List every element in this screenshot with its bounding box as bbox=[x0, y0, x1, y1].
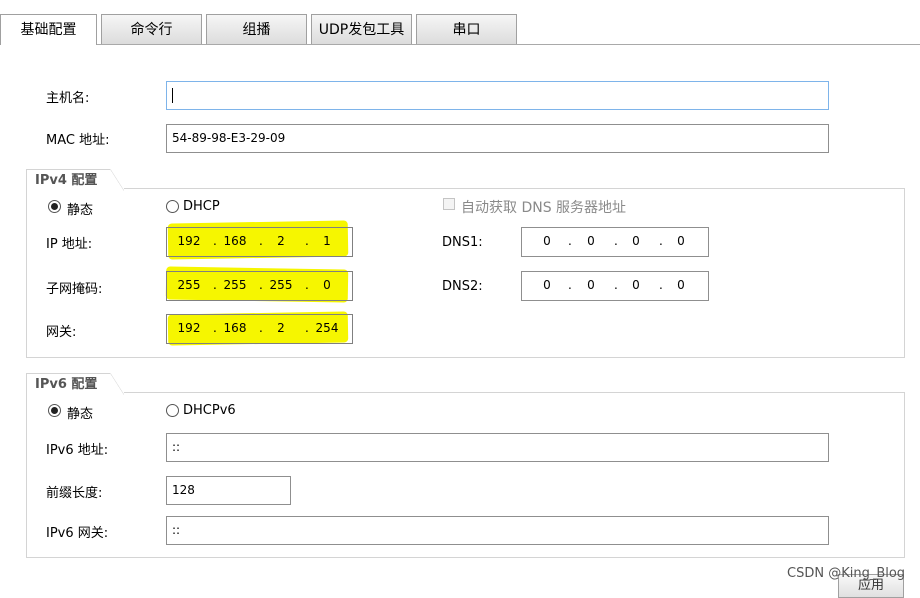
ipv6-static-label: 静态 bbox=[67, 407, 94, 422]
mac-field: 54-89-98-E3-29-09 bbox=[166, 124, 829, 153]
ipv4-dhcp-radio[interactable] bbox=[166, 200, 179, 213]
ip-dot: . bbox=[659, 278, 663, 292]
dns2-octet-1: 0 bbox=[543, 278, 551, 292]
ip-dot: . bbox=[305, 278, 309, 292]
tab-command-line[interactable]: 命令行 bbox=[101, 14, 202, 44]
ip-octet-3: 2 bbox=[277, 234, 285, 248]
dns2-input[interactable]: 0 . 0 . 0 . 0 bbox=[521, 271, 709, 301]
dns2-octet-4: 0 bbox=[677, 278, 685, 292]
ip-dot: . bbox=[213, 321, 217, 335]
ip-dot: . bbox=[259, 234, 263, 248]
mask-label: 子网掩码: bbox=[46, 282, 103, 297]
ip-octet-1: 192 bbox=[177, 234, 201, 248]
ipv6-dhcp-radio[interactable] bbox=[166, 404, 179, 417]
mask-octet-3: 255 bbox=[269, 278, 293, 292]
prefix-length-input[interactable]: 128 bbox=[166, 476, 291, 505]
gateway-input[interactable]: 192 . 168 . 2 . 254 bbox=[166, 314, 353, 344]
mac-label: MAC 地址: bbox=[46, 133, 110, 148]
prefix-length-value: 128 bbox=[172, 483, 195, 497]
dns1-input[interactable]: 0 . 0 . 0 . 0 bbox=[521, 227, 709, 257]
ipv4-group-title: IPv4 配置 bbox=[26, 169, 124, 191]
ipv6-group-title: IPv6 配置 bbox=[26, 373, 124, 395]
auto-dns-label: 自动获取 DNS 服务器地址 bbox=[461, 200, 627, 216]
mask-octet-4: 0 bbox=[323, 278, 331, 292]
mac-value: 54-89-98-E3-29-09 bbox=[172, 131, 286, 145]
subnet-mask-input[interactable]: 255 . 255 . 255 . 0 bbox=[166, 271, 353, 301]
ip-dot: . bbox=[614, 278, 618, 292]
ipv6-dhcp-label: DHCPv6 bbox=[183, 403, 236, 418]
gateway-octet-3: 2 bbox=[277, 321, 285, 335]
ip-dot: . bbox=[213, 234, 217, 248]
ipv6-address-label: IPv6 地址: bbox=[46, 443, 109, 458]
dns2-octet-3: 0 bbox=[632, 278, 640, 292]
ipv6-gateway-label: IPv6 网关: bbox=[46, 526, 109, 541]
watermark: CSDN @King_Blog bbox=[787, 566, 906, 581]
hostname-label: 主机名: bbox=[46, 91, 90, 106]
ipv4-static-label: 静态 bbox=[67, 203, 94, 218]
tab-udp-tool[interactable]: UDP发包工具 bbox=[311, 14, 412, 44]
auto-dns-checkbox[interactable] bbox=[443, 198, 455, 210]
tab-basic-config[interactable]: 基础配置 bbox=[0, 14, 97, 45]
ip-dot: . bbox=[659, 234, 663, 248]
tab-serial[interactable]: 串口 bbox=[416, 14, 517, 44]
ip-dot: . bbox=[568, 278, 572, 292]
gateway-label: 网关: bbox=[46, 325, 77, 340]
dns1-octet-1: 0 bbox=[543, 234, 551, 248]
text-caret bbox=[172, 88, 173, 103]
dns1-octet-4: 0 bbox=[677, 234, 685, 248]
ip-octet-2: 168 bbox=[223, 234, 247, 248]
ip-dot: . bbox=[259, 278, 263, 292]
tab-multicast[interactable]: 组播 bbox=[206, 14, 307, 44]
ipv4-dhcp-label: DHCP bbox=[183, 199, 220, 214]
hostname-input[interactable] bbox=[166, 81, 829, 110]
ipv6-gateway-input[interactable]: :: bbox=[166, 516, 829, 545]
ipv6-gateway-value: :: bbox=[172, 523, 181, 537]
dns2-label: DNS2: bbox=[442, 279, 483, 294]
gateway-octet-2: 168 bbox=[223, 321, 247, 335]
ip-dot: . bbox=[568, 234, 572, 248]
tab-bar: 基础配置 命令行 组播 UDP发包工具 串口 bbox=[0, 0, 920, 45]
prefix-length-label: 前缀长度: bbox=[46, 486, 103, 501]
ip-label: IP 地址: bbox=[46, 237, 93, 252]
gateway-octet-1: 192 bbox=[177, 321, 201, 335]
ip-dot: . bbox=[213, 278, 217, 292]
ipv6-address-value: :: bbox=[172, 440, 181, 454]
dns1-octet-2: 0 bbox=[587, 234, 595, 248]
ipv6-address-input[interactable]: :: bbox=[166, 433, 829, 462]
ip-dot: . bbox=[305, 234, 309, 248]
ipv6-static-radio[interactable] bbox=[48, 404, 61, 417]
ip-dot: . bbox=[614, 234, 618, 248]
ip-octet-4: 1 bbox=[323, 234, 331, 248]
dns2-octet-2: 0 bbox=[587, 278, 595, 292]
gateway-octet-4: 254 bbox=[315, 321, 339, 335]
dns1-label: DNS1: bbox=[442, 235, 483, 250]
mask-octet-2: 255 bbox=[223, 278, 247, 292]
ip-dot: . bbox=[305, 321, 309, 335]
ip-dot: . bbox=[259, 321, 263, 335]
ip-address-input[interactable]: 192 . 168 . 2 . 1 bbox=[166, 227, 353, 257]
ipv4-static-radio[interactable] bbox=[48, 200, 61, 213]
dns1-octet-3: 0 bbox=[632, 234, 640, 248]
mask-octet-1: 255 bbox=[177, 278, 201, 292]
